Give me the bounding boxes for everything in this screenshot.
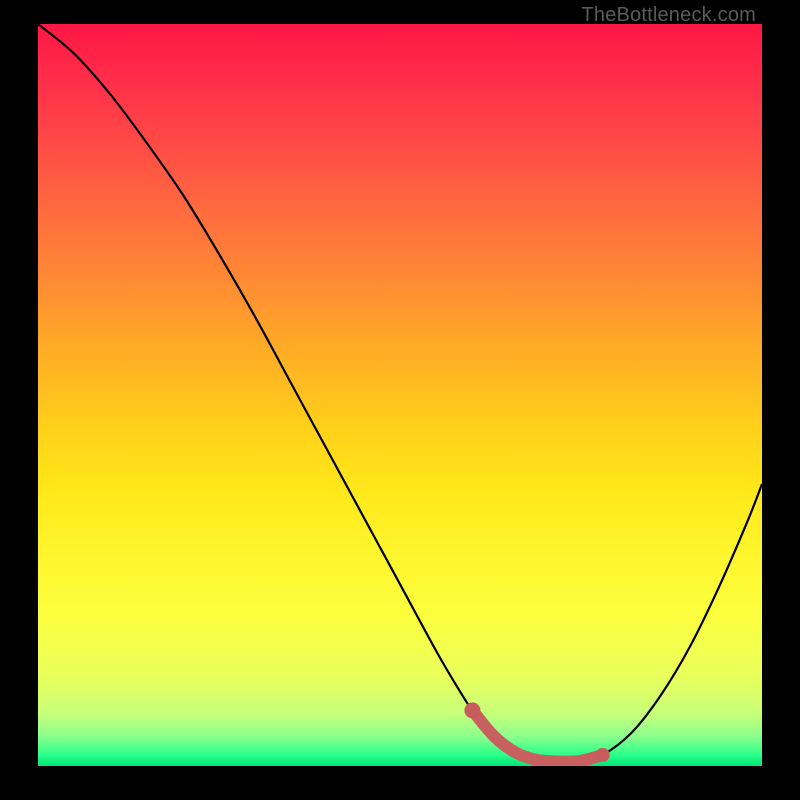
highlight-segment	[472, 710, 602, 761]
left-elbow	[464, 702, 480, 718]
watermark-text: TheBottleneck.com	[581, 4, 756, 27]
chart-frame: TheBottleneck.com	[0, 0, 800, 800]
bottleneck-curve	[38, 24, 762, 762]
plot-area	[38, 24, 762, 766]
right-marker	[596, 748, 610, 762]
curve-svg	[38, 24, 762, 766]
